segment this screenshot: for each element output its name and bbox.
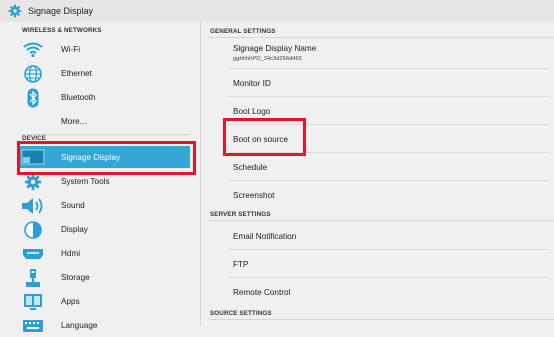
window-title: Signage Display (28, 6, 94, 16)
sidebar-item-label: Hdmi (61, 249, 81, 258)
setting-sublabel: gghhhhPD_34c3d266d465 (233, 56, 302, 62)
section-divider (209, 319, 554, 320)
section-header-server: SERVER SETTINGS (210, 210, 271, 218)
sidebar-item-ethernet[interactable]: Ethernet (20, 62, 188, 85)
section-header-source: SOURCE SETTINGS (210, 309, 272, 317)
storage-icon (20, 268, 46, 288)
sidebar-divider (22, 134, 190, 135)
setting-monitor-id[interactable]: Monitor ID (210, 69, 550, 97)
highlight-box-signage-display (17, 141, 196, 175)
setting-label: Signage Display Name (233, 44, 317, 53)
sidebar-item-label: Wi-Fi (61, 45, 81, 54)
setting-ftp[interactable]: FTP (210, 250, 550, 278)
sidebar-item-label: Sound (61, 201, 85, 210)
gear-icon (8, 4, 22, 18)
hdmi-icon (20, 244, 46, 264)
sidebar-item-label: More... (61, 117, 87, 126)
setting-remote-control[interactable]: Remote Control (210, 278, 550, 306)
sidebar-item-label: Ethernet (61, 69, 92, 78)
speaker-icon (20, 196, 46, 216)
sidebar-item-storage[interactable]: Storage (20, 266, 188, 289)
sidebar-item-label: Display (61, 225, 88, 234)
sidebar-item-label: Storage (61, 273, 90, 282)
setting-label: Screenshot (233, 191, 275, 200)
title-bar: Signage Display (0, 0, 554, 22)
setting-label: Email Notification (233, 232, 297, 241)
setting-label: Monitor ID (233, 79, 271, 88)
sidebar-item-wifi[interactable]: Wi-Fi (20, 38, 188, 61)
sidebar-item-sound[interactable]: Sound (20, 194, 188, 217)
bluetooth-icon (20, 88, 46, 108)
wifi-icon (20, 40, 46, 60)
section-divider (209, 220, 554, 221)
setting-email-notification[interactable]: Email Notification (210, 222, 550, 250)
apps-icon (20, 292, 46, 312)
settings-detail-panel: GENERAL SETTINGS Signage Display Name gg… (200, 22, 554, 326)
setting-label: Boot Logo (233, 107, 271, 116)
sidebar-item-label: Apps (61, 297, 80, 306)
section-header-wireless: WIRELESS & NETWORKS (22, 26, 102, 34)
setting-screenshot[interactable]: Screenshot (210, 181, 550, 209)
setting-signage-display-name[interactable]: Signage Display Name gghhhhPD_34c3d266d4… (210, 39, 550, 69)
highlight-box-boot-on-source (223, 118, 306, 156)
sidebar-item-hdmi[interactable]: Hdmi (20, 242, 188, 265)
sidebar-item-label: System Tools (61, 177, 110, 186)
section-header-general: GENERAL SETTINGS (210, 27, 276, 35)
setting-label: FTP (233, 260, 249, 269)
sidebar-item-display[interactable]: Display (20, 218, 188, 241)
setting-label: Remote Control (233, 288, 291, 297)
sidebar-item-apps[interactable]: Apps (20, 290, 188, 313)
settings-sidebar: WIRELESS & NETWORKS Wi-Fi Ethernet Bluet… (0, 22, 200, 332)
sidebar-item-more[interactable]: More... (20, 110, 188, 133)
sidebar-item-bluetooth[interactable]: Bluetooth (20, 86, 188, 109)
section-divider (209, 37, 554, 38)
setting-label: Schedule (233, 163, 268, 172)
brightness-icon (20, 220, 46, 240)
sidebar-item-label: Bluetooth (61, 93, 96, 102)
globe-icon (20, 64, 46, 84)
setting-schedule[interactable]: Schedule (210, 153, 550, 181)
